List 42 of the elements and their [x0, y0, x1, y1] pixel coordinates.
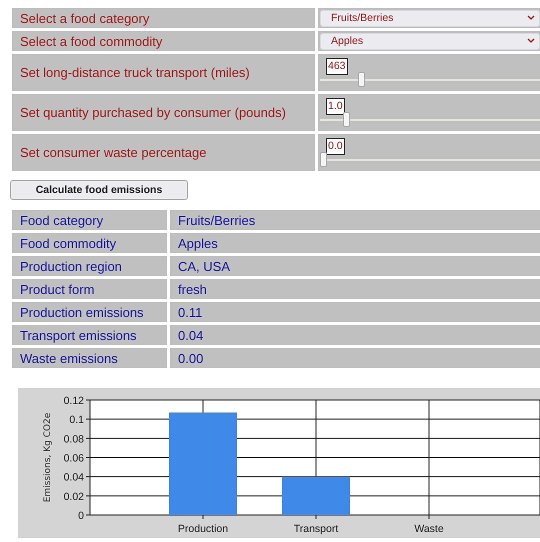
table-cell: fresh — [170, 279, 540, 299]
field-label: Select a food category — [12, 8, 315, 28]
table-cell: 0.00 — [170, 348, 540, 368]
slider-thumb[interactable] — [343, 112, 350, 127]
slider-thumb[interactable] — [358, 72, 366, 87]
axis-tick-label: 0.12 — [64, 395, 84, 407]
field-label: Set quantity purchased by consumer (pounds) — [12, 94, 315, 131]
axis-tick-label: 0 — [78, 510, 84, 522]
table-cell: Transport emissions — [12, 325, 167, 345]
table-cell: CA, USA — [170, 256, 540, 276]
chevron-icon — [527, 15, 535, 21]
value-field[interactable]: 1.0 — [326, 98, 345, 115]
table-cell: Food commodity — [12, 233, 167, 253]
table-cell: Fruits/Berries — [170, 210, 540, 230]
table-cell: Production emissions — [12, 302, 167, 322]
axis-tick-label: 0.1 — [69, 414, 84, 426]
field-label: Set long-distance truck transport (miles) — [12, 54, 315, 91]
dropdown[interactable]: Fruits/Berries — [320, 10, 540, 26]
axis-tick-label: 0.04 — [64, 472, 84, 484]
axis-tick-label: 0.08 — [64, 433, 84, 446]
table-cell: 0.11 — [170, 302, 540, 322]
table-cell: 0.04 — [170, 325, 540, 345]
y-axis-title: Emissions, Kg CO2e — [43, 412, 53, 502]
table-cell: Food category — [12, 210, 167, 230]
axis-tick-label: 0.02 — [64, 490, 84, 503]
category-label: Production — [178, 523, 228, 535]
bar — [282, 476, 350, 515]
value-field[interactable]: 463 — [326, 58, 348, 75]
category-label: Waste — [414, 523, 444, 535]
table-cell: Product form — [12, 279, 167, 299]
calculate-button[interactable]: Calculate food emissions — [10, 180, 188, 200]
chevron-icon — [527, 38, 535, 44]
field-label: Select a food commodity — [12, 31, 315, 51]
category-label: Transport — [294, 523, 338, 535]
slider-thumb[interactable] — [320, 152, 327, 167]
table-cell: Waste emissions — [12, 348, 167, 368]
table-cell: Production region — [12, 256, 167, 276]
field-label: Set consumer waste percentage — [12, 134, 315, 171]
dropdown[interactable]: Apples — [320, 32, 540, 50]
value-field[interactable]: 0.0 — [326, 138, 345, 155]
axis-tick-label: 0.06 — [64, 452, 84, 464]
table-cell: Apples — [170, 233, 540, 253]
